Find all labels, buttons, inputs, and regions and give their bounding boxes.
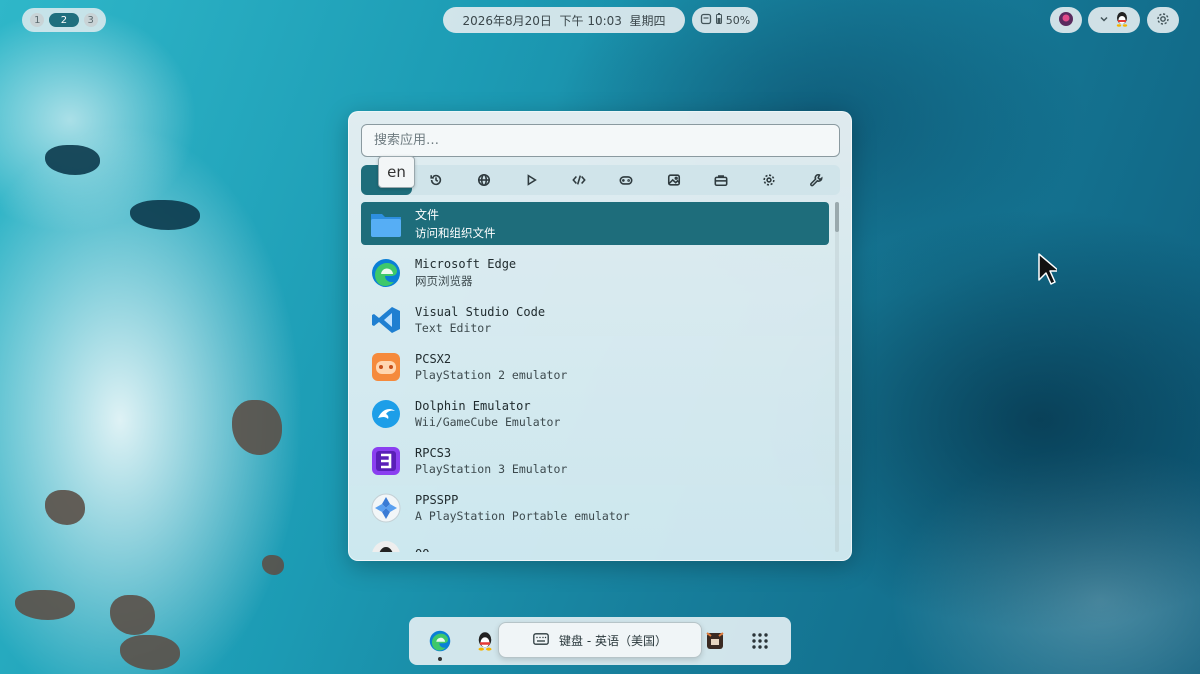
workspace-2[interactable]: 2: [48, 13, 79, 27]
app-item-rpcs3[interactable]: RPCS3 PlayStation 3 Emulator: [361, 437, 829, 484]
app-item-vscode[interactable]: Visual Studio Code Text Editor: [361, 296, 829, 343]
qq-icon: [478, 632, 492, 651]
app-item-files[interactable]: 文件 访问和组织文件: [361, 202, 829, 245]
wallpaper-rock: [45, 145, 100, 175]
category-settings[interactable]: [745, 165, 793, 195]
datetime-label: 2026年8月20日 下午 10:03 星期四: [462, 13, 666, 28]
app-description: PlayStation 2 emulator: [415, 367, 568, 382]
scrollbar-track[interactable]: [835, 202, 839, 552]
mouse-pointer-icon: [1037, 252, 1060, 290]
app-item-dolphin[interactable]: Dolphin Emulator Wii/GameCube Emulator: [361, 390, 829, 437]
app-item-pcsx2[interactable]: PCSX2 PlayStation 2 emulator: [361, 343, 829, 390]
app-item-edge[interactable]: Microsoft Edge 网页浏览器: [361, 249, 829, 296]
app-description: A PlayStation Portable emulator: [415, 508, 630, 523]
gamepad-icon: [619, 176, 633, 185]
chevron-down-icon: [1099, 13, 1109, 27]
app-name: Microsoft Edge: [415, 256, 517, 271]
tray-button[interactable]: [1088, 7, 1140, 33]
rpcs3-icon: [369, 444, 403, 478]
dock-edge[interactable]: [428, 629, 452, 661]
wallpaper-rock: [232, 400, 282, 455]
wallpaper-rock: [45, 490, 85, 525]
keyboard-layout-osd: 键盘 - 英语（美国）: [498, 622, 702, 658]
wallpaper-rock: [262, 555, 284, 575]
gear-icon: [1156, 12, 1170, 29]
settings-button[interactable]: [1147, 7, 1179, 33]
wallpaper-rock: [110, 595, 155, 635]
qq-icon: [369, 538, 403, 552]
workspace-1[interactable]: 1: [30, 13, 45, 27]
app-name: Visual Studio Code: [415, 304, 546, 319]
system-status[interactable]: 50%: [692, 7, 758, 33]
app-name: Dolphin Emulator: [415, 398, 531, 413]
dock-qq[interactable]: [473, 629, 497, 653]
qq-tray-icon[interactable]: [1115, 11, 1129, 30]
briefcase-icon: [714, 175, 728, 187]
app-grid-icon: [752, 633, 768, 649]
category-games[interactable]: [602, 165, 650, 195]
category-utilities[interactable]: [792, 165, 840, 195]
vscode-icon: [369, 303, 403, 337]
globe-icon: [477, 173, 490, 187]
app-name: PCSX2: [415, 351, 452, 366]
play-icon: [527, 174, 538, 186]
ppsspp-icon: [369, 491, 403, 525]
running-indicator: [438, 657, 442, 661]
category-recent[interactable]: [412, 165, 460, 195]
user-avatar-button[interactable]: [1050, 7, 1082, 33]
workspace-3[interactable]: 3: [83, 13, 98, 27]
battery-percent: 50%: [725, 13, 751, 27]
app-description: 访问和组织文件: [415, 226, 496, 240]
history-icon: [430, 174, 442, 186]
app-item-ppsspp[interactable]: PPSSPP A PlayStation Portable emulator: [361, 484, 829, 531]
app-launcher: 文件 访问和组织文件 Microsoft Edge 网页浏览器 Visual S…: [348, 111, 852, 561]
app-description: PlayStation 3 Emulator: [415, 461, 568, 476]
edge-icon: [429, 630, 451, 652]
image-icon: [667, 174, 680, 186]
app-name: 文件: [415, 208, 440, 222]
input-method-tooltip: en: [378, 156, 415, 188]
app-description: Wii/GameCube Emulator: [415, 414, 561, 429]
app-description: 网页浏览器: [415, 273, 473, 288]
wrench-icon: [810, 173, 823, 187]
wallpaper-rock: [130, 200, 200, 230]
category-internet[interactable]: [460, 165, 508, 195]
category-office[interactable]: [697, 165, 745, 195]
wallpaper-rock: [120, 635, 180, 670]
app-name: PPSSPP: [415, 492, 459, 507]
storage-icon: [700, 13, 712, 28]
app-description: Text Editor: [415, 320, 492, 335]
pcsx2-icon: [369, 350, 403, 384]
dock-app[interactable]: [703, 629, 727, 653]
category-graphics[interactable]: [650, 165, 698, 195]
scrollbar-thumb[interactable]: [835, 202, 839, 232]
cat-app-icon: [706, 632, 724, 649]
app-name: RPCS3: [415, 445, 452, 460]
gear-icon: [763, 174, 775, 186]
keyboard-layout-label: 键盘 - 英语（美国）: [559, 633, 667, 648]
search-input[interactable]: [361, 124, 840, 157]
workspace-switcher: 1 2 3: [22, 8, 106, 32]
category-media[interactable]: [507, 165, 555, 195]
category-development[interactable]: [555, 165, 603, 195]
wallpaper-rock: [15, 590, 75, 620]
dolphin-icon: [369, 397, 403, 431]
edge-icon: [369, 256, 403, 290]
avatar-icon: [1058, 11, 1074, 30]
clock[interactable]: 2026年8月20日 下午 10:03 星期四: [443, 7, 685, 33]
app-name: QQ: [415, 547, 429, 553]
battery-icon: [715, 13, 722, 27]
category-bar: [361, 165, 840, 195]
app-item-qq[interactable]: QQ: [361, 531, 829, 552]
code-icon: [571, 175, 586, 185]
folder-icon: [369, 207, 403, 241]
app-list: 文件 访问和组织文件 Microsoft Edge 网页浏览器 Visual S…: [361, 202, 829, 552]
keyboard-icon: [533, 632, 549, 648]
dock-app-grid[interactable]: [748, 629, 772, 653]
